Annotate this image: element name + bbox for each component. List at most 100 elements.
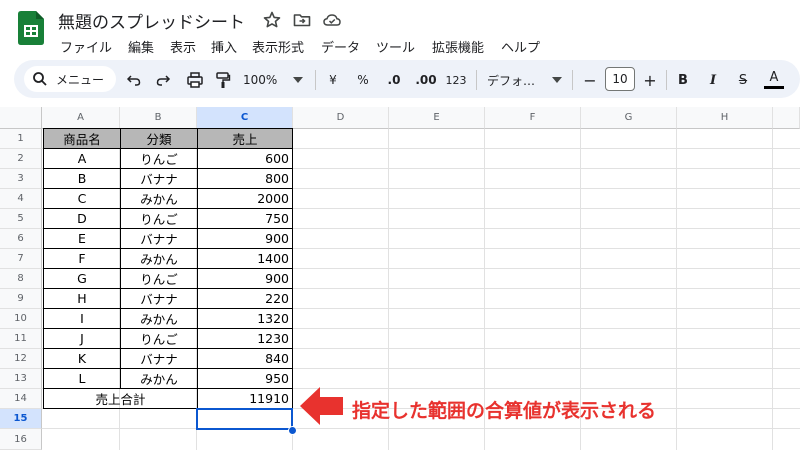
menu-view[interactable]: 表示: [170, 37, 196, 56]
sales-cell[interactable]: 600: [197, 148, 293, 169]
fill-handle[interactable]: [288, 426, 297, 435]
category-cell[interactable]: りんご: [120, 148, 198, 169]
document-title[interactable]: 無題のスプレッドシート: [58, 8, 245, 33]
category-cell[interactable]: みかん: [120, 368, 198, 389]
product-cell[interactable]: K: [43, 348, 121, 369]
zoom-select[interactable]: 100%: [243, 70, 289, 90]
menu-extensions[interactable]: 拡張機能: [432, 37, 484, 56]
product-cell[interactable]: J: [43, 328, 121, 349]
row-header[interactable]: 10: [0, 309, 42, 329]
row-header[interactable]: 7: [0, 249, 42, 269]
sales-cell[interactable]: 220: [197, 288, 293, 309]
column-header-f[interactable]: F: [485, 107, 581, 129]
strikethrough-button[interactable]: S: [735, 70, 751, 90]
product-cell[interactable]: B: [43, 168, 121, 189]
row-header[interactable]: 3: [0, 169, 42, 189]
font-size-decrease-button[interactable]: −: [582, 70, 598, 90]
paint-format-icon[interactable]: [213, 70, 233, 90]
sheets-logo-icon[interactable]: [18, 11, 44, 45]
column-header-c[interactable]: C: [197, 107, 293, 129]
category-cell[interactable]: バナナ: [120, 348, 198, 369]
currency-format-button[interactable]: ¥: [325, 70, 341, 90]
product-cell[interactable]: L: [43, 368, 121, 389]
row-header[interactable]: 8: [0, 269, 42, 289]
column-header-a[interactable]: A: [42, 107, 120, 129]
more-formats-button[interactable]: 123: [444, 70, 468, 90]
row-header[interactable]: 11: [0, 329, 42, 349]
category-cell[interactable]: りんご: [120, 328, 198, 349]
sales-cell[interactable]: 900: [197, 228, 293, 249]
category-cell[interactable]: バナナ: [120, 288, 198, 309]
column-header-b[interactable]: B: [120, 107, 197, 129]
product-cell[interactable]: A: [43, 148, 121, 169]
cloud-saved-icon[interactable]: [322, 10, 342, 30]
menu-format[interactable]: 表示形式: [252, 37, 304, 56]
column-header-h[interactable]: H: [677, 107, 773, 129]
column-header-e[interactable]: E: [389, 107, 485, 129]
menu-search-label[interactable]: メニュー: [56, 71, 104, 88]
product-cell[interactable]: H: [43, 288, 121, 309]
row-header[interactable]: 5: [0, 209, 42, 229]
sales-cell[interactable]: 840: [197, 348, 293, 369]
row-header[interactable]: 13: [0, 369, 42, 389]
column-header-d[interactable]: D: [293, 107, 389, 129]
bold-button[interactable]: B: [675, 70, 691, 90]
category-cell[interactable]: みかん: [120, 188, 198, 209]
font-size-increase-button[interactable]: +: [642, 70, 658, 90]
increase-decimal-button[interactable]: .00: [413, 70, 439, 90]
row-header[interactable]: 4: [0, 189, 42, 209]
sales-cell[interactable]: 2000: [197, 188, 293, 209]
menu-help[interactable]: ヘルプ: [501, 37, 540, 56]
table-header-sales[interactable]: 売上: [197, 128, 293, 149]
sales-cell[interactable]: 1400: [197, 248, 293, 269]
italic-button[interactable]: I: [705, 70, 721, 90]
font-size-input[interactable]: 10: [605, 67, 635, 91]
total-value-cell[interactable]: 11910: [197, 388, 293, 409]
sales-cell[interactable]: 1230: [197, 328, 293, 349]
product-cell[interactable]: I: [43, 308, 121, 329]
table-header-category[interactable]: 分類: [120, 128, 198, 149]
row-header[interactable]: 12: [0, 349, 42, 369]
menu-insert[interactable]: 挿入: [211, 37, 237, 56]
category-cell[interactable]: みかん: [120, 308, 198, 329]
sales-cell[interactable]: 900: [197, 268, 293, 289]
menu-data[interactable]: データ: [321, 37, 360, 56]
move-folder-icon[interactable]: [292, 10, 312, 30]
row-header[interactable]: 2: [0, 149, 42, 169]
row-header[interactable]: 6: [0, 229, 42, 249]
category-cell[interactable]: バナナ: [120, 228, 198, 249]
star-icon[interactable]: [262, 10, 282, 30]
sales-cell[interactable]: 750: [197, 208, 293, 229]
sales-cell[interactable]: 800: [197, 168, 293, 189]
select-all-corner[interactable]: [0, 107, 42, 129]
decrease-decimal-button[interactable]: .0: [383, 70, 405, 90]
menu-edit[interactable]: 編集: [128, 37, 154, 56]
selected-cell-c15[interactable]: [196, 408, 293, 430]
product-cell[interactable]: D: [43, 208, 121, 229]
sales-cell[interactable]: 950: [197, 368, 293, 389]
row-header[interactable]: 1: [0, 129, 42, 149]
menu-tools[interactable]: ツール: [376, 37, 415, 56]
sales-cell[interactable]: 1320: [197, 308, 293, 329]
undo-icon[interactable]: [124, 70, 144, 90]
row-header[interactable]: 16: [0, 429, 42, 450]
row-header[interactable]: 9: [0, 289, 42, 309]
menu-file[interactable]: ファイル: [60, 37, 112, 56]
table-header-product[interactable]: 商品名: [43, 128, 121, 149]
column-header-g[interactable]: G: [581, 107, 677, 129]
product-cell[interactable]: G: [43, 268, 121, 289]
category-cell[interactable]: バナナ: [120, 168, 198, 189]
category-cell[interactable]: みかん: [120, 248, 198, 269]
product-cell[interactable]: F: [43, 248, 121, 269]
percent-format-button[interactable]: %: [355, 70, 371, 90]
font-family-select[interactable]: デフォ…: [487, 70, 545, 90]
column-header-i[interactable]: [773, 107, 800, 129]
category-cell[interactable]: りんご: [120, 268, 198, 289]
row-header[interactable]: 14: [0, 389, 42, 409]
print-icon[interactable]: [184, 70, 206, 90]
total-label-cell[interactable]: 売上合計: [43, 388, 198, 409]
chevron-down-icon[interactable]: [292, 70, 304, 90]
product-cell[interactable]: E: [43, 228, 121, 249]
row-header-selected[interactable]: 15: [0, 409, 42, 429]
product-cell[interactable]: C: [43, 188, 121, 209]
